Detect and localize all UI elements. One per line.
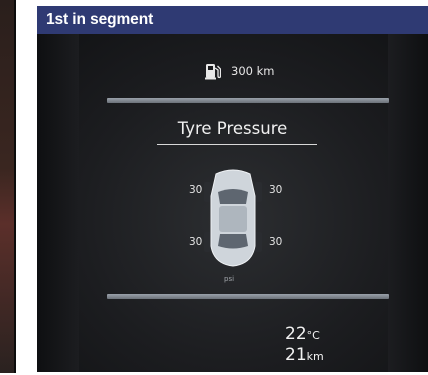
car-top-view-icon — [204, 169, 262, 267]
divider-bar-top — [107, 98, 389, 103]
trip-distance: 21km — [285, 345, 324, 365]
distance-value: 21 — [285, 345, 307, 365]
tyre-rear-left-pressure: 30 — [189, 236, 203, 248]
screen-bezel-left — [37, 34, 79, 372]
tyre-front-right-pressure: 30 — [269, 184, 283, 196]
fuel-range-value: 300 km — [231, 64, 275, 78]
adjacent-image-edge — [0, 0, 16, 373]
title-underline — [157, 144, 317, 145]
pressure-unit: psi — [224, 275, 235, 283]
screen-bezel-right — [388, 34, 428, 372]
outside-temperature: 22°C — [285, 324, 320, 344]
temperature-value: 22 — [285, 324, 307, 344]
fuel-pump-icon — [205, 64, 221, 80]
fuel-range-row: 300 km — [205, 62, 274, 80]
card-title: 1st in segment — [46, 11, 154, 28]
feature-card: 1st in segment 300 km Tyre Pressure 30 3… — [37, 6, 428, 372]
card-header: 1st in segment — [37, 6, 428, 34]
tyre-pressure-title: Tyre Pressure — [177, 119, 288, 138]
distance-unit: km — [306, 350, 324, 363]
temperature-unit: °C — [306, 329, 320, 342]
tyre-front-left-pressure: 30 — [189, 184, 203, 196]
divider-bar-bottom — [107, 294, 389, 299]
tyre-rear-right-pressure: 30 — [269, 236, 283, 248]
